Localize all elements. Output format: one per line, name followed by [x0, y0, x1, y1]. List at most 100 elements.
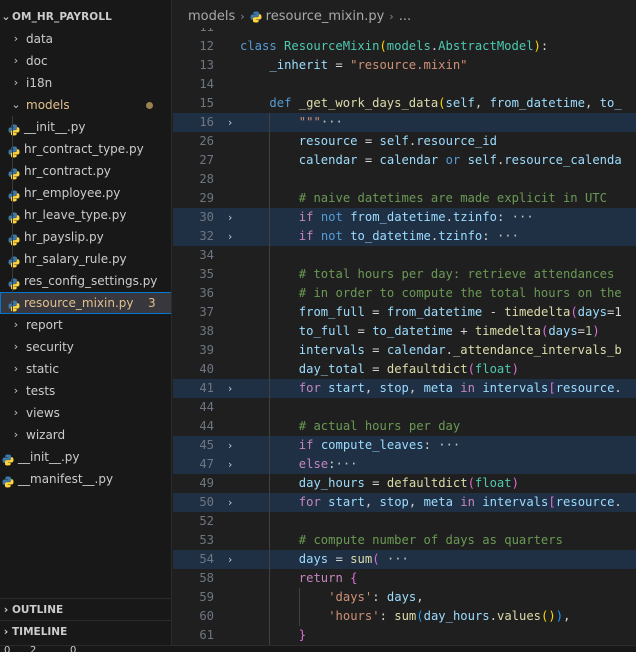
- folder-security[interactable]: › security: [0, 336, 171, 358]
- file-hr-leave-type-py[interactable]: hr_leave_type.py: [0, 204, 171, 226]
- fold-chevron-icon[interactable]: ›: [223, 455, 237, 474]
- outline-panel-header[interactable]: › OUTLINE: [0, 598, 171, 620]
- warnings-count[interactable]: 2: [30, 646, 36, 652]
- code-line[interactable]: 38 to_full = to_datetime + timedelta(days…: [173, 322, 636, 341]
- line-number: 30: [199, 210, 214, 224]
- code-token: # actual hours per day: [298, 419, 461, 433]
- file-init-py[interactable]: __init__.py: [0, 116, 171, 138]
- code-token: days: [298, 552, 329, 566]
- code-line[interactable]: 27 calendar = calendar or self.resource_c…: [173, 151, 636, 170]
- code-line[interactable]: 11: [173, 28, 636, 37]
- code-line[interactable]: 44 # actual hours per day: [173, 417, 636, 436]
- code-token: =: [364, 343, 387, 357]
- folder-models[interactable]: ⌄ models: [0, 94, 171, 116]
- fold-chevron-icon[interactable]: ›: [223, 436, 237, 455]
- ports-count[interactable]: 0: [70, 646, 76, 652]
- code-line[interactable]: 54 › days = sum( ···: [173, 550, 636, 569]
- fold-chevron-icon[interactable]: ›: [223, 113, 237, 132]
- code-line[interactable]: 26 resource = self.resource_id: [173, 132, 636, 151]
- code-line[interactable]: 30 › if not from_datetime.tzinfo: ···: [173, 208, 636, 227]
- timeline-panel-header[interactable]: › TIMELINE: [0, 620, 171, 642]
- code-token: in: [460, 381, 475, 395]
- fold-chevron-icon[interactable]: ›: [223, 208, 237, 227]
- code-token: (: [467, 476, 475, 490]
- folder-wizard[interactable]: › wizard: [0, 424, 171, 446]
- fold-chevron-icon[interactable]: ›: [223, 550, 237, 569]
- indent-guide: [269, 151, 271, 170]
- folder-data[interactable]: › data: [0, 28, 171, 50]
- code-line[interactable]: 13 _inherit = "resource.mixin": [173, 56, 636, 75]
- file-res-config-settings-py[interactable]: res_config_settings.py: [0, 270, 171, 292]
- code-token: for: [298, 381, 321, 395]
- errors-count[interactable]: 0: [4, 646, 10, 652]
- code-token: def: [269, 96, 299, 110]
- code-line[interactable]: 40 day_total = defaultdict(float): [173, 360, 636, 379]
- folder-tests[interactable]: › tests: [0, 380, 171, 402]
- code-line[interactable]: 32 › if not to_datetime.tzinfo: ···: [173, 227, 636, 246]
- code-token: =: [357, 153, 380, 167]
- code-line[interactable]: 53 # compute number of days as quarters: [173, 531, 636, 550]
- code-line[interactable]: 41 › for start, stop, meta in intervals[re…: [173, 379, 636, 398]
- fold-chevron-icon[interactable]: ›: [223, 493, 237, 512]
- code-token: meta: [423, 495, 453, 509]
- folder-views[interactable]: › views: [0, 402, 171, 424]
- code-line[interactable]: 15 def _get_work_days_data(self, from_dat…: [173, 94, 636, 113]
- code-line[interactable]: 29 # naive datetimes are made explicit in…: [173, 189, 636, 208]
- code-line[interactable]: 37 from_full = from_datetime - timedelta(…: [173, 303, 636, 322]
- code-line[interactable]: 16 › """···: [173, 113, 636, 132]
- file-hr-contract-type-py[interactable]: hr_contract_type.py: [0, 138, 171, 160]
- code-line[interactable]: 14: [173, 75, 636, 94]
- breadcrumb-folder[interactable]: models: [188, 6, 235, 28]
- code-token: _attendance_intervals_b: [452, 343, 622, 357]
- code-line[interactable]: 61}: [173, 626, 636, 645]
- folder-i18n[interactable]: › i18n: [0, 72, 171, 94]
- fold-chevron-icon[interactable]: ›: [223, 379, 237, 398]
- fold-chevron-icon[interactable]: ›: [223, 227, 237, 246]
- code-line[interactable]: 44: [173, 398, 636, 417]
- breadcrumb-symbols[interactable]: ...: [399, 6, 411, 28]
- file-resource-mixin-py[interactable]: resource_mixin.py 3: [0, 292, 171, 314]
- indent-guide: [269, 379, 271, 398]
- indent-guide: [269, 493, 271, 512]
- file-manifest-py[interactable]: __manifest__.py: [0, 468, 171, 490]
- file-hr-salary-rule-py[interactable]: hr_salary_rule.py: [0, 248, 171, 270]
- code-line[interactable]: 49 day_hours = defaultdict(float): [173, 474, 636, 493]
- code-text: if compute_leaves: ···: [299, 436, 460, 455]
- indent-guide: [269, 588, 271, 607]
- file-hr-employee-py[interactable]: hr_employee.py: [0, 182, 171, 204]
- folder-label: static: [26, 362, 59, 376]
- line-number: 52: [199, 514, 214, 528]
- code-line[interactable]: 36 # in order to compute the total hours …: [173, 284, 636, 303]
- code-line[interactable]: 39 intervals = calendar._attendance_inter…: [173, 341, 636, 360]
- file-hr-payslip-py[interactable]: hr_payslip.py: [0, 226, 171, 248]
- file-hr-contract-py[interactable]: hr_contract.py: [0, 160, 171, 182]
- indent-guide: [269, 246, 271, 265]
- chevron-right-icon: ›: [13, 340, 19, 353]
- code-text: _inherit = "resource.mixin": [269, 56, 467, 75]
- code-line[interactable]: 35 # total hours per day: retrieve attend…: [173, 265, 636, 284]
- file-init-py[interactable]: __init__.py: [0, 446, 171, 468]
- code-line[interactable]: 34: [173, 246, 636, 265]
- code-line[interactable]: 58 return {: [173, 569, 636, 588]
- explorer-root-folder[interactable]: ⌄ OM_HR_PAYROLL: [0, 6, 171, 28]
- folder-doc[interactable]: › doc: [0, 50, 171, 72]
- code-token: =: [364, 476, 387, 490]
- code-token: (: [379, 39, 387, 53]
- code-token: ,: [408, 381, 424, 395]
- code-line[interactable]: 52: [173, 512, 636, 531]
- line-number: 44: [199, 419, 214, 433]
- folder-report[interactable]: › report: [0, 314, 171, 336]
- code-line[interactable]: 50 › for start, stop, meta in intervals[re…: [173, 493, 636, 512]
- code-line[interactable]: 12 class ResourceMixin(models.AbstractMod…: [173, 37, 636, 56]
- code-text: # in order to compute the total hours on…: [299, 284, 622, 303]
- folder-static[interactable]: › static: [0, 358, 171, 380]
- code-line[interactable]: 47 › else:···: [173, 455, 636, 474]
- code-line[interactable]: 28: [173, 170, 636, 189]
- code-line[interactable]: 60 'hours': sum(day_hours.values()),: [173, 607, 636, 626]
- breadcrumb-file[interactable]: resource_mixin.py: [250, 6, 384, 29]
- code-token: ,: [416, 590, 424, 604]
- code-line[interactable]: 45 › if compute_leaves: ···: [173, 436, 636, 455]
- code-line[interactable]: 59 'days': days,: [173, 588, 636, 607]
- code-editor[interactable]: 1112class ResourceMixin(models.AbstractM…: [173, 28, 636, 645]
